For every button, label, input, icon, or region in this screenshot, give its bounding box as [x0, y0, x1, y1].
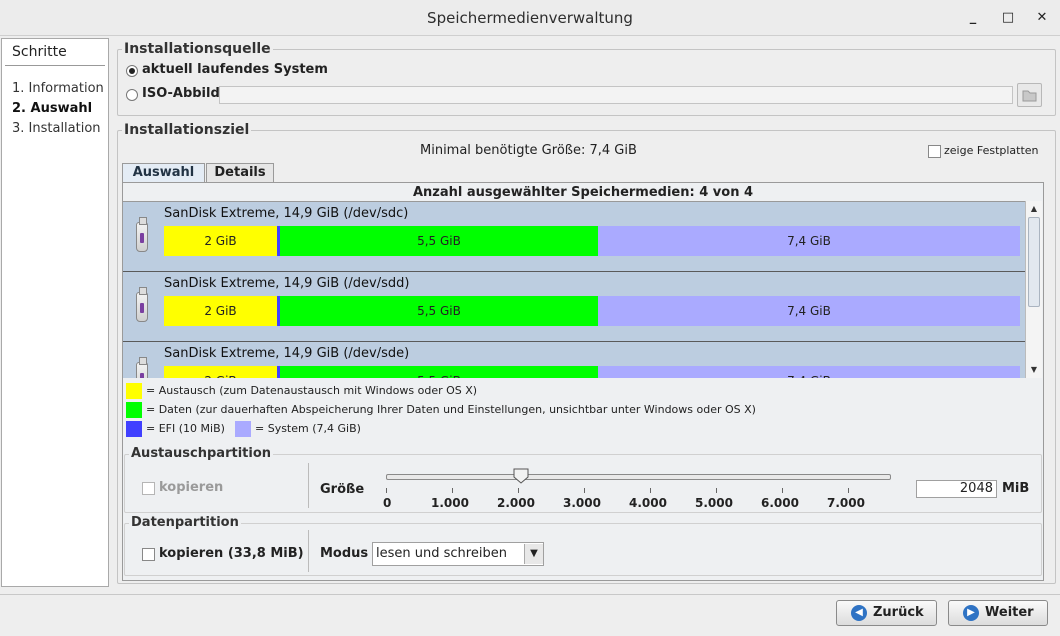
- window-title: Speichermedienverwaltung: [427, 9, 633, 27]
- device-name: SanDisk Extreme, 14,9 GiB (/dev/sdc): [164, 206, 409, 221]
- data-segment: 5,5 GiB: [280, 226, 598, 256]
- chevron-down-icon[interactable]: ▼: [524, 544, 543, 564]
- back-button[interactable]: ◀ Zurück: [836, 600, 937, 626]
- swap-segment: 2 GiB: [164, 226, 277, 256]
- swap-divider: [308, 463, 309, 508]
- label-iso: ISO-Abbild: [142, 86, 220, 101]
- slider-tick: [782, 488, 783, 493]
- slider-tick-label: 4.000: [629, 496, 667, 510]
- minimize-button[interactable]: _: [963, 8, 983, 28]
- slider-tick-label: 0: [383, 496, 392, 510]
- selected-count: Anzahl ausgewählter Speichermedien: 4 vo…: [412, 185, 754, 200]
- device-row[interactable]: SanDisk Extreme, 14,9 GiB (/dev/sdc) 2 G…: [123, 202, 1025, 272]
- slider-thumb[interactable]: [513, 468, 529, 484]
- slider-tick-label: 7.000: [827, 496, 865, 510]
- swap-size-input[interactable]: 2048: [916, 480, 997, 498]
- title-bar: Speichermedienverwaltung _ □ ✕: [0, 0, 1060, 36]
- source-group: [117, 49, 1056, 116]
- arrow-right-icon: ▶: [963, 605, 979, 621]
- device-name: SanDisk Extreme, 14,9 GiB (/dev/sdd): [164, 276, 410, 291]
- radio-iso[interactable]: [126, 89, 138, 101]
- target-title: Installationsziel: [122, 122, 252, 138]
- legend-swap: = Austausch (zum Datenaustausch mit Wind…: [146, 384, 478, 397]
- legend-efi-swatch: [126, 421, 142, 437]
- scroll-up-icon[interactable]: ▲: [1026, 202, 1042, 216]
- swap-segment: 2 GiB: [164, 366, 277, 378]
- slider-tick: [584, 488, 585, 493]
- data-partition-title: Datenpartition: [129, 515, 241, 530]
- slider-tick: [650, 488, 651, 493]
- mode-select-value: lesen und schreiben: [376, 546, 507, 561]
- step-installation: 3. Installation: [12, 121, 101, 136]
- slider-tick: [452, 488, 453, 493]
- scroll-thumb[interactable]: [1028, 217, 1040, 307]
- show-disks-label: zeige Festplatten: [944, 144, 1039, 157]
- steps-sidebar: Schritte 1. Information 2. Auswahl 3. In…: [1, 38, 109, 587]
- swap-size-slider[interactable]: [386, 474, 891, 480]
- mode-label: Modus: [320, 546, 369, 561]
- legend-system-swatch: [235, 421, 251, 437]
- slider-tick-label: 6.000: [761, 496, 799, 510]
- system-segment: 7,4 GiB: [598, 366, 1020, 378]
- scroll-down-icon[interactable]: ▼: [1026, 363, 1042, 377]
- slider-tick: [518, 488, 519, 493]
- slider-tick: [386, 488, 387, 493]
- steps-divider: [5, 65, 105, 66]
- usb-drive-icon: [136, 217, 148, 252]
- step-auswahl: 2. Auswahl: [12, 101, 93, 116]
- data-segment: 5,5 GiB: [280, 366, 598, 378]
- system-segment: 7,4 GiB: [598, 296, 1020, 326]
- radio-running-system[interactable]: [126, 65, 138, 77]
- iso-browse-button[interactable]: [1017, 83, 1042, 107]
- show-disks-checkbox[interactable]: [928, 145, 941, 158]
- next-button[interactable]: ▶ Weiter: [948, 600, 1048, 626]
- close-button[interactable]: ✕: [1032, 8, 1052, 28]
- usb-drive-icon: [136, 287, 148, 322]
- label-running-system: aktuell laufendes System: [142, 62, 328, 77]
- slider-tick-label: 2.000: [497, 496, 535, 510]
- slider-tick-label: 5.000: [695, 496, 733, 510]
- swap-segment: 2 GiB: [164, 296, 277, 326]
- slider-tick: [848, 488, 849, 493]
- usb-drive-icon: [136, 357, 148, 378]
- legend-data-swatch: [126, 402, 142, 418]
- slider-tick-label: 3.000: [563, 496, 601, 510]
- legend-efi: = EFI (10 MiB): [146, 422, 225, 435]
- legend-system: = System (7,4 GiB): [255, 422, 361, 435]
- mode-select[interactable]: lesen und schreiben ▼: [372, 542, 544, 566]
- device-name: SanDisk Extreme, 14,9 GiB (/dev/sde): [164, 346, 410, 361]
- maximize-button[interactable]: □: [998, 8, 1018, 28]
- data-segment: 5,5 GiB: [280, 296, 598, 326]
- slider-tick: [716, 488, 717, 493]
- legend-data: = Daten (zur dauerhaften Abspeicherung I…: [146, 403, 756, 416]
- footer-divider: [0, 594, 1060, 595]
- data-copy-checkbox[interactable]: [142, 548, 155, 561]
- arrow-left-icon: ◀: [851, 605, 867, 621]
- steps-heading: Schritte: [12, 44, 67, 60]
- iso-path-input[interactable]: [219, 86, 1013, 104]
- min-size-label: Minimal benötigte Größe: 7,4 GiB: [420, 143, 637, 158]
- swap-partition-title: Austauschpartition: [129, 446, 274, 461]
- device-list[interactable]: SanDisk Extreme, 14,9 GiB (/dev/sdc) 2 G…: [123, 201, 1025, 378]
- swap-copy-checkbox[interactable]: [142, 482, 155, 495]
- tab-auswahl[interactable]: Auswahl: [122, 163, 205, 183]
- step-information: 1. Information: [12, 81, 104, 96]
- device-list-scrollbar[interactable]: ▲ ▼: [1025, 201, 1042, 378]
- legend-swap-swatch: [126, 383, 142, 399]
- next-button-label: Weiter: [985, 605, 1034, 620]
- swap-size-unit: MiB: [1002, 481, 1030, 496]
- device-row[interactable]: SanDisk Extreme, 14,9 GiB (/dev/sdd) 2 G…: [123, 272, 1025, 342]
- folder-icon: [1022, 90, 1037, 102]
- back-button-label: Zurück: [873, 605, 924, 620]
- slider-tick-label: 1.000: [431, 496, 469, 510]
- tab-details[interactable]: Details: [206, 163, 274, 183]
- data-copy-label: kopieren (33,8 MiB): [159, 546, 304, 561]
- system-segment: 7,4 GiB: [598, 226, 1020, 256]
- swap-copy-label: kopieren: [159, 480, 224, 495]
- device-row[interactable]: SanDisk Extreme, 14,9 GiB (/dev/sde) 2 G…: [123, 342, 1025, 378]
- swap-size-label: Größe: [320, 482, 365, 497]
- data-divider: [308, 530, 309, 572]
- source-title: Installationsquelle: [122, 41, 273, 57]
